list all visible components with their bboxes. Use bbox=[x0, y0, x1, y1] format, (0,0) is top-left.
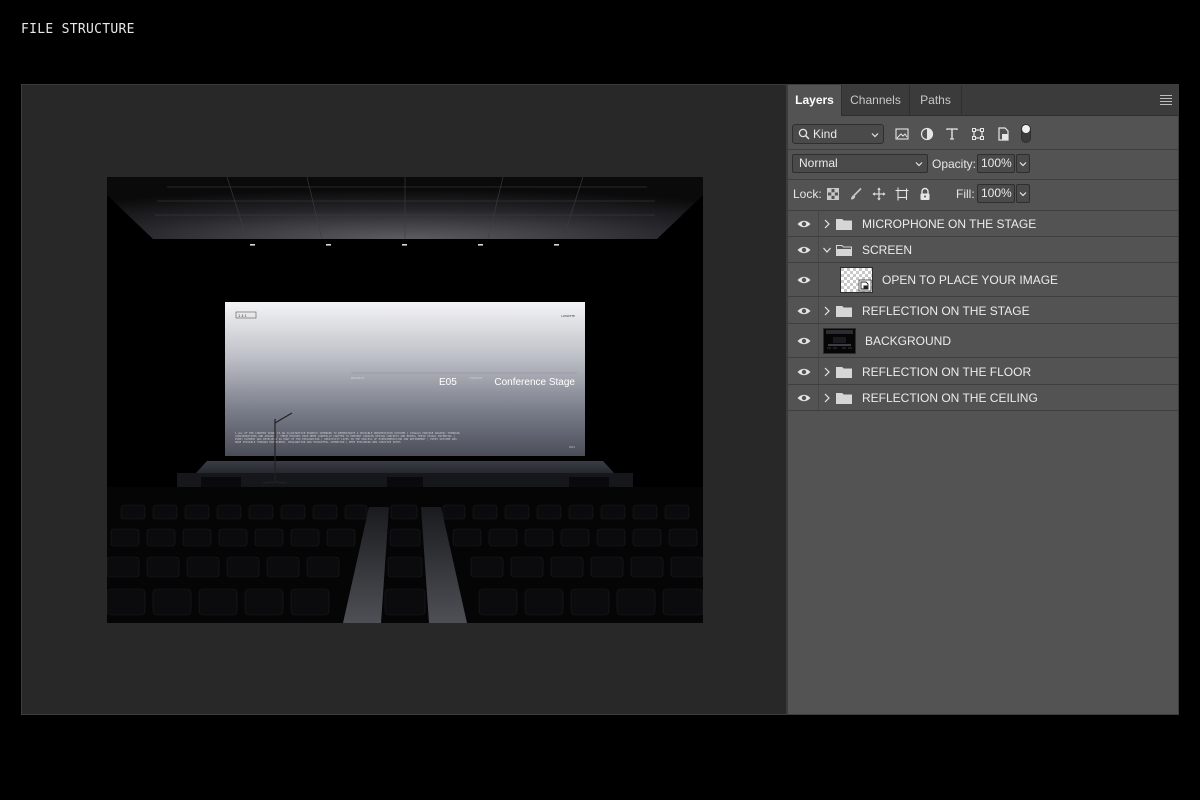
chevron-down-icon bbox=[1019, 192, 1027, 197]
chevron-right-icon[interactable] bbox=[823, 393, 831, 403]
filter-kind-select[interactable]: Kind bbox=[792, 124, 884, 144]
screen-page-number: 001 bbox=[569, 445, 575, 449]
fill-field[interactable]: 100% bbox=[977, 184, 1015, 203]
open-folder-icon bbox=[836, 245, 852, 256]
mockup-image: 1 4 1 LUMATTE BRANDIT TONIGHT E05 Confer… bbox=[107, 177, 703, 623]
search-icon bbox=[798, 128, 810, 140]
eye-icon[interactable] bbox=[797, 245, 811, 255]
smart-object-filter-icon[interactable] bbox=[996, 127, 1010, 141]
lock-artboard-icon[interactable] bbox=[895, 187, 909, 201]
screen-small-mid: TONIGHT bbox=[468, 376, 483, 380]
folder-icon bbox=[836, 219, 852, 230]
filter-toggle-knob bbox=[1022, 125, 1030, 133]
layer-row-reflection-ceiling[interactable]: REFLECTION ON THE CEILING bbox=[788, 385, 1178, 411]
fill-dropdown[interactable] bbox=[1016, 184, 1030, 203]
tab-channels[interactable]: Channels bbox=[842, 85, 909, 116]
layers-panel: Layers Channels Paths Kind Normal Opacit… bbox=[787, 84, 1179, 715]
opacity-field[interactable]: 100% bbox=[977, 154, 1015, 173]
lock-transparent-pixels-icon[interactable] bbox=[826, 187, 840, 201]
folder-icon bbox=[836, 367, 852, 378]
chevron-down-icon bbox=[871, 133, 879, 138]
filter-toggle[interactable] bbox=[1021, 124, 1031, 143]
chevron-down-icon bbox=[915, 162, 923, 167]
eye-icon[interactable] bbox=[797, 336, 811, 346]
lock-position-icon[interactable] bbox=[872, 187, 886, 201]
eye-icon[interactable] bbox=[797, 306, 811, 316]
adjustment-layer-filter-icon[interactable] bbox=[920, 127, 934, 141]
tab-paths[interactable]: Paths bbox=[910, 85, 961, 116]
layer-name: REFLECTION ON THE CEILING bbox=[862, 391, 1038, 405]
layer-row-smart-object[interactable]: OPEN TO PLACE YOUR IMAGE bbox=[788, 263, 1178, 297]
screen-small-left: BRANDIT bbox=[351, 376, 365, 380]
chevron-right-icon[interactable] bbox=[823, 219, 831, 229]
screen-corner-text: LUMATTE bbox=[561, 314, 575, 318]
layer-name: OPEN TO PLACE YOUR IMAGE bbox=[882, 273, 1059, 287]
document-canvas[interactable]: 1 4 1 LUMATTE BRANDIT TONIGHT E05 Confer… bbox=[21, 84, 787, 715]
fill-value: 100% bbox=[981, 186, 1012, 200]
lock-image-pixels-icon[interactable] bbox=[849, 187, 863, 201]
chevron-down-icon bbox=[1019, 162, 1027, 167]
lock-all-icon[interactable] bbox=[918, 187, 932, 201]
opacity-label: Opacity: bbox=[932, 157, 977, 171]
lock-label: Lock: bbox=[793, 187, 822, 201]
chevron-down-icon[interactable] bbox=[823, 245, 831, 255]
screen-code: E05 bbox=[439, 377, 457, 388]
layer-row-reflection-stage[interactable]: REFLECTION ON THE STAGE bbox=[788, 297, 1178, 324]
pixel-layer-filter-icon[interactable] bbox=[895, 127, 909, 141]
screen-footer-text: 1 ALL OF THE CONTENT SHOWN IS AN ILLUSTR… bbox=[235, 432, 460, 444]
layer-name: BACKGROUND bbox=[865, 334, 952, 348]
layer-row-microphone[interactable]: MICROPHONE ON THE STAGE bbox=[788, 211, 1178, 237]
page-title: FILE STRUCTURE bbox=[21, 22, 135, 37]
smart-object-thumbnail bbox=[840, 267, 873, 293]
chevron-right-icon[interactable] bbox=[823, 367, 831, 377]
opacity-dropdown[interactable] bbox=[1016, 154, 1030, 173]
layer-name: MICROPHONE ON THE STAGE bbox=[862, 217, 1037, 231]
tab-layers[interactable]: Layers bbox=[788, 85, 841, 116]
eye-icon[interactable] bbox=[797, 275, 811, 285]
layer-row-background[interactable]: BACKGROUND bbox=[788, 324, 1178, 358]
layer-name: SCREEN bbox=[862, 243, 913, 257]
eye-icon[interactable] bbox=[797, 367, 811, 377]
layer-name: REFLECTION ON THE STAGE bbox=[862, 304, 1030, 318]
eye-icon[interactable] bbox=[797, 219, 811, 229]
eye-icon[interactable] bbox=[797, 393, 811, 403]
type-layer-filter-icon[interactable] bbox=[945, 127, 959, 141]
blend-mode-select[interactable]: Normal bbox=[792, 154, 928, 173]
screen-title: Conference Stage bbox=[494, 377, 575, 388]
layer-name: REFLECTION ON THE FLOOR bbox=[862, 365, 1032, 379]
panel-menu-icon[interactable] bbox=[1160, 95, 1172, 105]
filter-kind-label: Kind bbox=[813, 127, 838, 141]
folder-icon bbox=[836, 306, 852, 317]
layer-row-screen[interactable]: SCREEN bbox=[788, 237, 1178, 263]
background-thumbnail bbox=[823, 328, 856, 354]
fill-label: Fill: bbox=[956, 187, 975, 201]
layer-row-reflection-floor[interactable]: REFLECTION ON THE FLOOR bbox=[788, 358, 1178, 385]
panel-tabbar: Layers Channels Paths bbox=[788, 85, 1178, 116]
opacity-value: 100% bbox=[981, 156, 1012, 170]
blend-mode-value: Normal bbox=[799, 156, 838, 170]
folder-icon bbox=[836, 393, 852, 404]
shape-layer-filter-icon[interactable] bbox=[971, 127, 985, 141]
chevron-right-icon[interactable] bbox=[823, 306, 831, 316]
conference-stage-scene: 1 4 1 LUMATTE BRANDIT TONIGHT E05 Confer… bbox=[107, 177, 703, 623]
screen-tag: 1 4 1 bbox=[238, 314, 247, 318]
